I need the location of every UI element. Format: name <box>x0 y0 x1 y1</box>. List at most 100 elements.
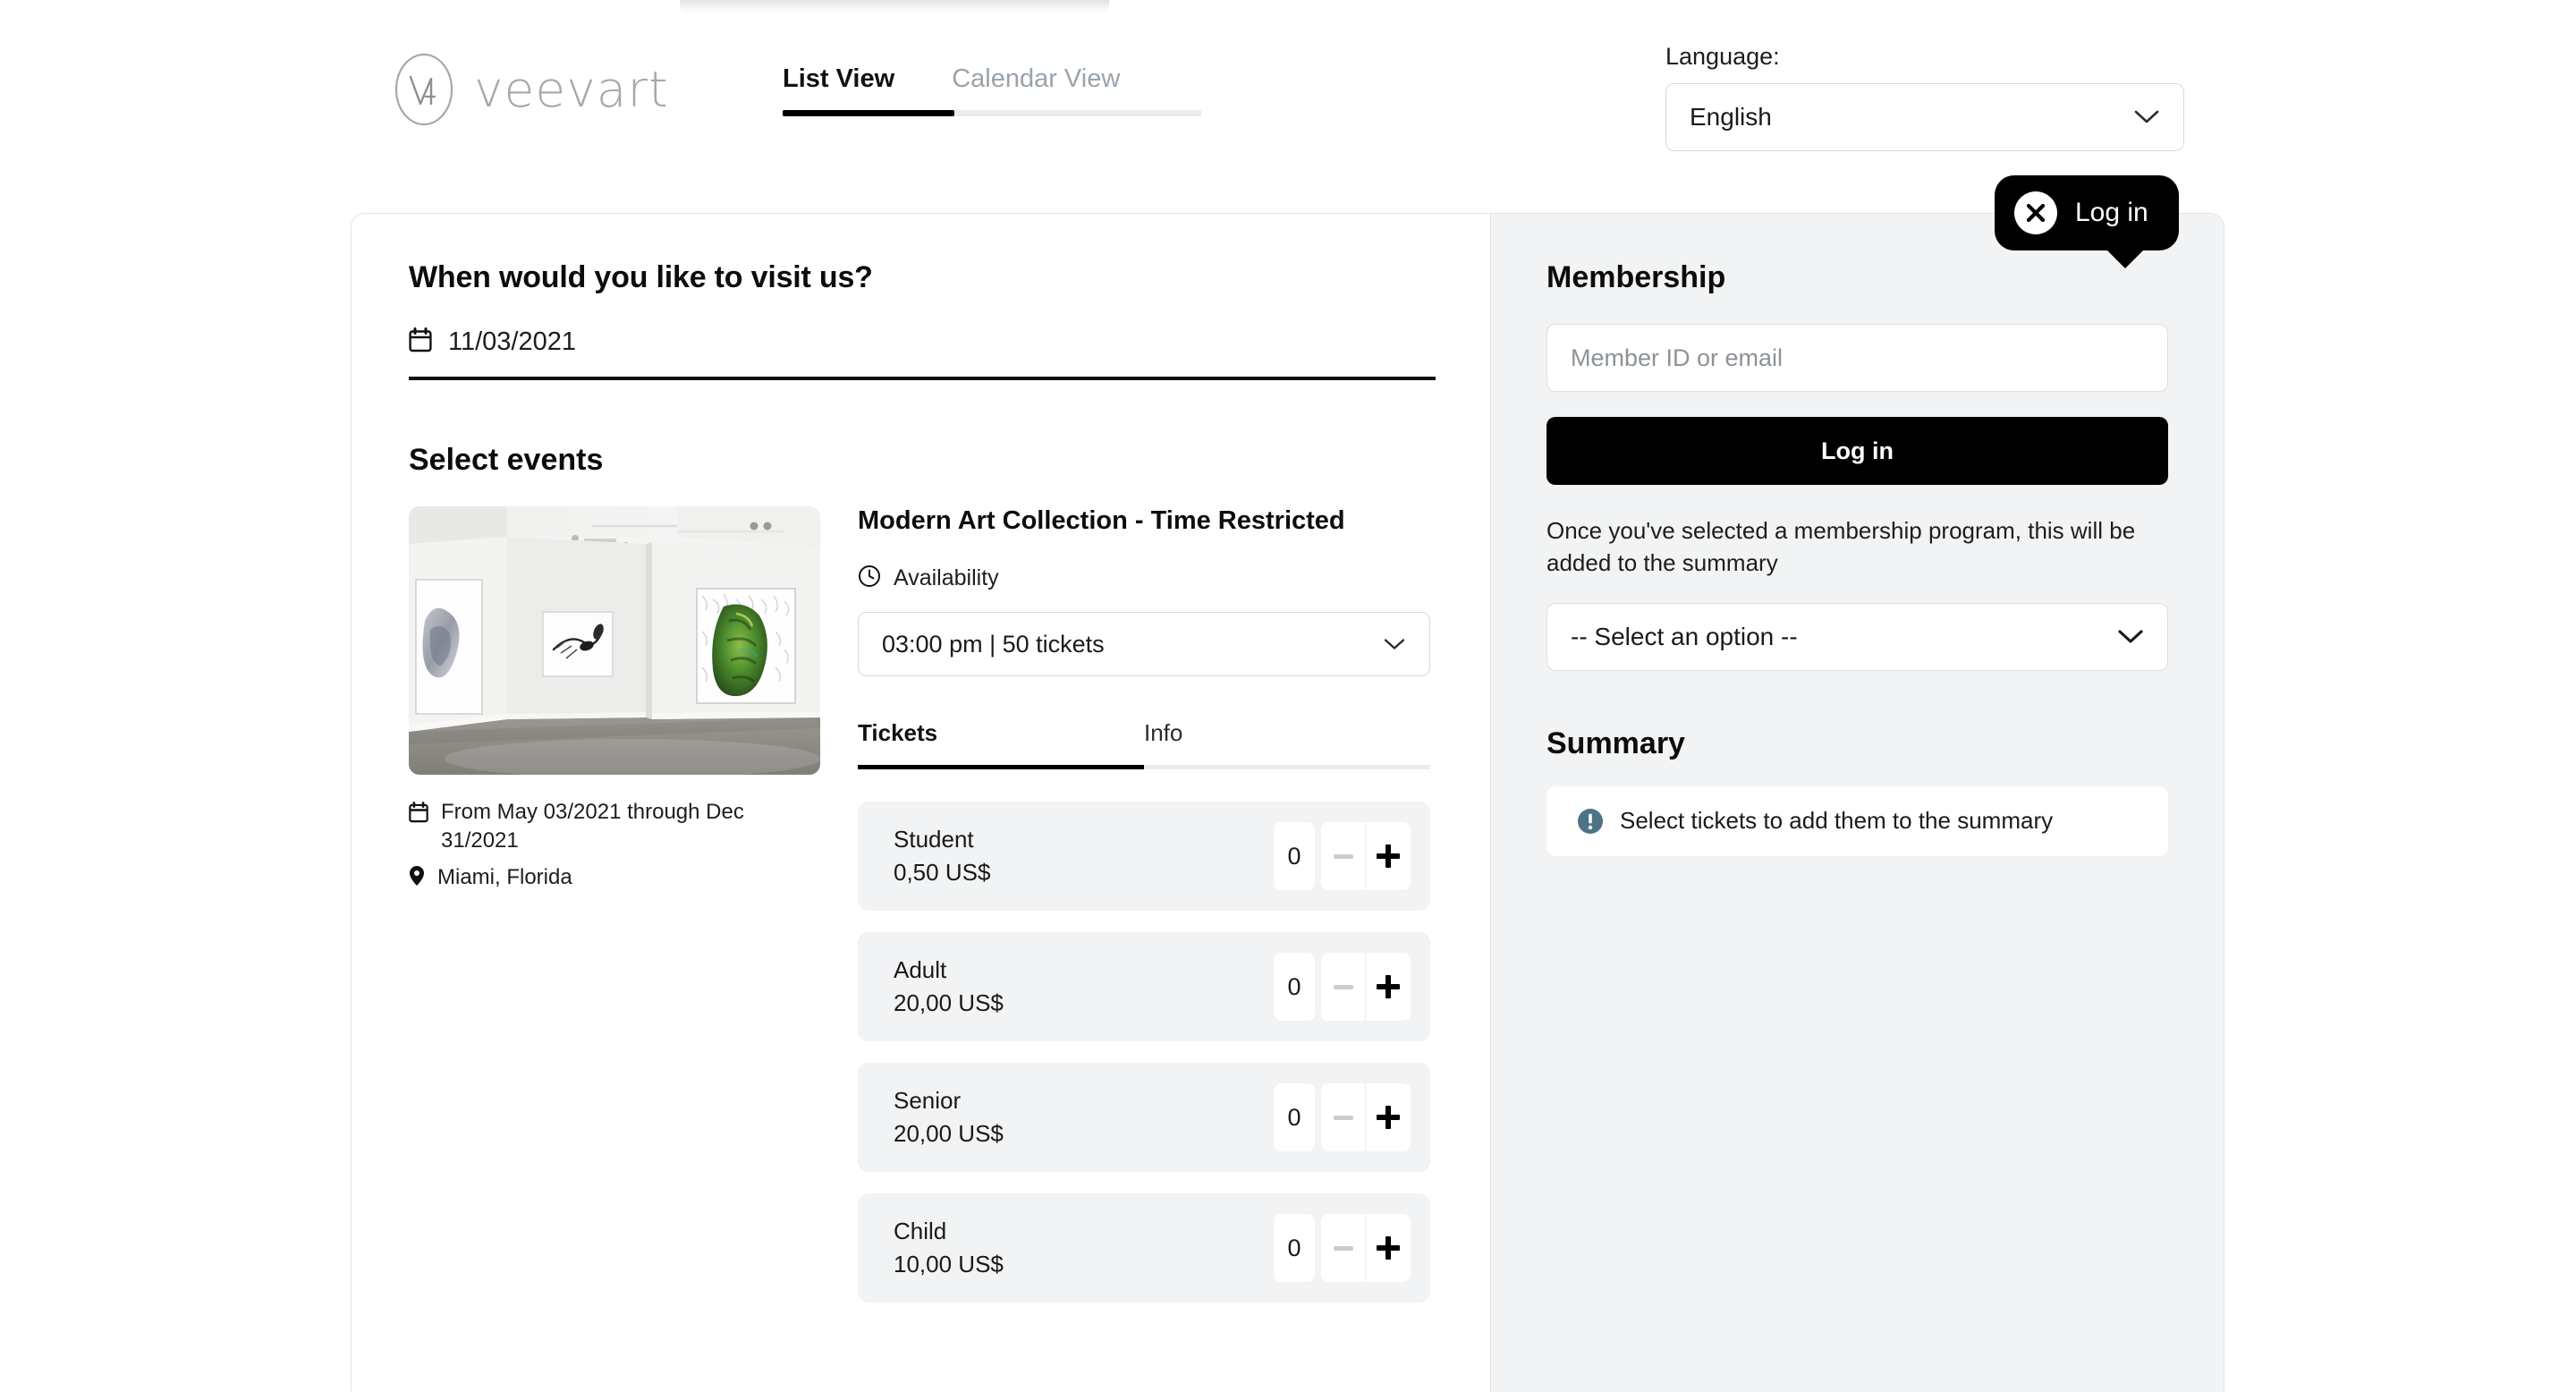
page-root: veevart List View Calendar View Language… <box>0 0 2576 1392</box>
membership-panel: Membership Log in Once you've selected a… <box>1490 214 2224 1392</box>
calendar-icon <box>409 802 428 828</box>
membership-program-select[interactable]: -- Select an option -- <box>1546 602 2168 671</box>
login-button[interactable]: Log in <box>1546 417 2168 485</box>
brand-wordmark: veevart <box>474 60 669 118</box>
view-tabs: List View Calendar View <box>783 64 1201 116</box>
date-picker-field[interactable]: 11/03/2021 <box>409 327 1436 380</box>
quantity-stepper: 0 <box>1274 1083 1411 1151</box>
ticket-name: Child <box>894 1218 947 1245</box>
tab-info[interactable]: Info <box>1144 719 1182 765</box>
plus-icon <box>1377 1106 1400 1129</box>
ticket-quantity-value[interactable]: 0 <box>1274 953 1315 1021</box>
booking-card: When would you like to visit us? 11/03/2… <box>351 213 2224 1392</box>
select-events-title: Select events <box>409 443 604 477</box>
stepper-buttons <box>1321 1214 1411 1282</box>
event-location-text: Miami, Florida <box>437 865 572 890</box>
ticket-info: Adult 20,00 US$ <box>894 954 1004 1020</box>
language-select[interactable]: English <box>1665 83 2184 151</box>
tab-tickets[interactable]: Tickets <box>858 719 1144 765</box>
decrement-button[interactable] <box>1321 822 1366 890</box>
decrement-button[interactable] <box>1321 953 1366 1021</box>
minus-icon <box>1333 853 1353 859</box>
member-id-input[interactable] <box>1546 324 2168 392</box>
decrement-button[interactable] <box>1321 1083 1366 1151</box>
summary-empty-box: Select tickets to add them to the summar… <box>1546 785 2168 856</box>
ticket-name: Student <box>894 826 974 853</box>
ticket-name: Senior <box>894 1087 962 1115</box>
table-row: Senior 20,00 US$ 0 <box>858 1063 1430 1172</box>
page-header: veevart List View Calendar View Language… <box>0 0 2576 213</box>
date-value: 11/03/2021 <box>448 327 576 356</box>
brand-logo[interactable]: veevart <box>386 52 669 127</box>
membership-program-value: -- Select an option -- <box>1571 622 1798 650</box>
login-tooltip[interactable]: Log in <box>1995 175 2179 268</box>
table-row: Adult 20,00 US$ 0 <box>858 932 1430 1041</box>
increment-button[interactable] <box>1366 822 1411 890</box>
increment-button[interactable] <box>1366 1083 1411 1151</box>
close-x-icon[interactable] <box>2014 191 2057 234</box>
quantity-stepper: 0 <box>1274 1214 1411 1282</box>
event-tabs-underline <box>858 765 1430 769</box>
event-tabs-active-indicator <box>858 765 1144 769</box>
increment-button[interactable] <box>1366 953 1411 1021</box>
ticket-info: Student 0,50 US$ <box>894 823 990 889</box>
language-selected-value: English <box>1690 103 1772 131</box>
ticket-quantity-value[interactable]: 0 <box>1274 1214 1315 1282</box>
tab-list-view[interactable]: List View <box>783 64 894 110</box>
view-tabs-underline <box>783 110 1201 116</box>
increment-button[interactable] <box>1366 1214 1411 1282</box>
minus-icon <box>1333 1115 1353 1120</box>
ticket-info: Senior 20,00 US$ <box>894 1084 1004 1150</box>
calendar-icon <box>409 327 432 357</box>
ticket-price: 10,00 US$ <box>894 1251 1004 1277</box>
ticket-price: 0,50 US$ <box>894 859 991 886</box>
ticket-info: Child 10,00 US$ <box>894 1215 1004 1281</box>
stepper-buttons <box>1321 953 1411 1021</box>
event-media-column: From May 03/2021 through Dec 31/2021 Mia… <box>409 506 820 1324</box>
decrement-button[interactable] <box>1321 1214 1366 1282</box>
availability-label: Availability <box>894 565 999 590</box>
event-location: Miami, Florida <box>409 863 820 892</box>
event-date-range: From May 03/2021 through Dec 31/2021 <box>409 798 820 854</box>
language-label: Language: <box>1665 43 1780 70</box>
ticket-price: 20,00 US$ <box>894 989 1004 1016</box>
stepper-buttons <box>1321 822 1411 890</box>
info-icon <box>1577 808 1604 835</box>
chevron-down-icon <box>2117 623 2144 651</box>
table-row: Student 0,50 US$ 0 <box>858 802 1430 911</box>
quantity-stepper: 0 <box>1274 953 1411 1021</box>
ticket-name: Adult <box>894 956 947 984</box>
membership-title: Membership <box>1546 260 1726 294</box>
summary-title: Summary <box>1546 726 1685 760</box>
ticket-quantity-value[interactable]: 0 <box>1274 1083 1315 1151</box>
booking-left-panel: When would you like to visit us? 11/03/2… <box>352 214 1490 1392</box>
gallery-interior-photo <box>409 506 820 775</box>
tooltip-tail <box>2105 249 2145 268</box>
chevron-down-icon <box>2133 103 2160 132</box>
summary-empty-text: Select tickets to add them to the summar… <box>1620 807 2054 835</box>
membership-note: Once you've selected a membership progra… <box>1546 517 2136 576</box>
date-question-title: When would you like to visit us? <box>409 260 873 294</box>
map-pin-icon <box>409 865 425 891</box>
event-date-range-text: From May 03/2021 through Dec 31/2021 <box>441 800 744 853</box>
language-selector-block: Language: English <box>1665 43 2184 151</box>
event-detail-column: Modern Art Collection - Time Restricted … <box>858 506 1430 1324</box>
tab-calendar-view[interactable]: Calendar View <box>952 64 1120 110</box>
event-block: From May 03/2021 through Dec 31/2021 Mia… <box>409 506 1490 1324</box>
ticket-price: 20,00 US$ <box>894 1120 1004 1147</box>
stepper-buttons <box>1321 1083 1411 1151</box>
plus-icon <box>1377 975 1400 998</box>
minus-icon <box>1333 984 1353 989</box>
quantity-stepper: 0 <box>1274 822 1411 890</box>
availability-row: Availability <box>858 564 1430 592</box>
table-row: Child 10,00 US$ 0 <box>858 1193 1430 1303</box>
veevart-monogram-icon <box>386 52 462 127</box>
event-title: Modern Art Collection - Time Restricted <box>858 506 1345 535</box>
ticket-type-list: Student 0,50 US$ 0 Adult 20,00 US$ 0 Sen… <box>858 802 1430 1303</box>
view-tabs-active-indicator <box>783 110 954 116</box>
minus-icon <box>1333 1245 1353 1251</box>
time-slot-select[interactable]: 03:00 pm | 50 tickets <box>858 612 1430 676</box>
ticket-quantity-value[interactable]: 0 <box>1274 822 1315 890</box>
event-tabs: Tickets Info <box>858 719 1430 769</box>
chevron-down-icon <box>1383 631 1406 658</box>
